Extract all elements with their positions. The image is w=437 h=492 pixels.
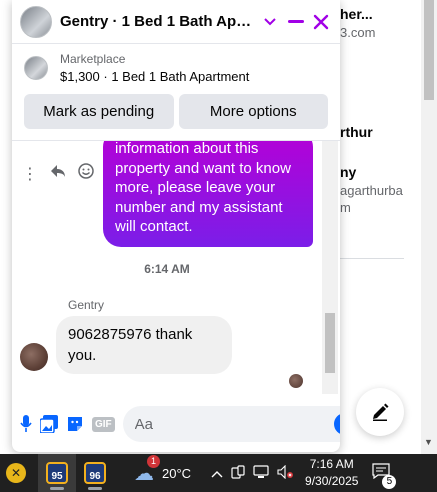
chevron-down-icon[interactable] (257, 9, 283, 35)
listing-description: $1,300 · 1 Bed 1 Bath Apartment (60, 69, 250, 84)
active-indicator (50, 487, 64, 490)
listing-avatar[interactable] (20, 5, 52, 38)
message-tools: ⋮ (22, 163, 94, 184)
app-2-icon: 96 (84, 462, 106, 484)
weather-widget[interactable]: ☁ 1 20°C (134, 454, 192, 486)
taskbar-app-1[interactable]: 95 (38, 454, 76, 492)
minimize-icon[interactable] (283, 9, 309, 35)
marketplace-listing[interactable]: Marketplace $1,300 · 1 Bed 1 Bath Apartm… (12, 44, 340, 92)
mic-icon[interactable] (20, 411, 32, 437)
more-options-button[interactable]: More options (178, 94, 328, 129)
bg-snippet-2: rthur (340, 124, 373, 140)
windows-taskbar: ✕ 95 96 ☁ 1 20°C 7:16 AM 9/30/2025 5 (0, 454, 437, 492)
bg-divider (340, 258, 404, 259)
system-clock[interactable]: 7:16 AM 9/30/2025 (305, 456, 358, 490)
notification-count: 5 (382, 474, 397, 489)
taskbar-app-x[interactable]: ✕ (0, 454, 38, 492)
close-icon[interactable] (308, 9, 334, 35)
seen-indicator-avatar (289, 374, 303, 388)
sender-avatar[interactable] (20, 343, 48, 371)
reply-icon[interactable] (50, 164, 66, 183)
gif-icon[interactable]: GIF (92, 411, 115, 437)
listing-thumbnail (24, 56, 48, 80)
bg-snippet-3-sub: agarthurba (340, 183, 403, 198)
compose-icon[interactable] (356, 388, 404, 436)
bg-snippet-1-sub: 3.com (340, 25, 376, 40)
photo-icon[interactable] (40, 411, 58, 437)
system-tray (211, 464, 294, 482)
chat-title[interactable]: Gentry · 1 Bed 1 Bath Apar... (60, 13, 257, 30)
gif-label: GIF (92, 416, 115, 432)
emoji-icon[interactable]: ☺ (333, 413, 340, 435)
listing-actions: Mark as pending More options (12, 92, 340, 136)
message-input[interactable] (134, 415, 334, 433)
taskbar-app-2[interactable]: 96 (76, 454, 114, 492)
active-indicator (88, 487, 102, 490)
page-scrollbar-thumb[interactable] (424, 0, 434, 100)
volume-muted-icon[interactable] (277, 464, 294, 482)
scroll-down-arrow-icon[interactable]: ▼ (424, 437, 433, 447)
react-icon[interactable] (78, 163, 94, 184)
listing-label: Marketplace (60, 52, 126, 66)
bg-snippet-3: ny (340, 164, 357, 180)
mark-as-pending-button[interactable]: Mark as pending (24, 94, 174, 129)
chat-header: Gentry · 1 Bed 1 Bath Apar... (12, 0, 340, 44)
clock-date: 9/30/2025 (305, 474, 359, 488)
message-timestamp: 6:14 AM (144, 262, 190, 276)
weather-badge: 1 (147, 454, 160, 468)
app-1-icon: 95 (46, 462, 68, 484)
chat-window: Gentry · 1 Bed 1 Bath Apar... Marketplac… (12, 0, 340, 452)
chevron-up-icon[interactable] (211, 465, 223, 481)
network-icon[interactable] (253, 464, 269, 482)
sender-name: Gentry (68, 298, 105, 312)
incoming-message-bubble[interactable]: 9062875976 thank you. (56, 316, 232, 374)
message-list: ⋮ information about this property and wa… (12, 140, 340, 394)
notification-center-icon[interactable]: 5 (372, 462, 397, 489)
sticker-icon[interactable] (66, 411, 84, 437)
message-scrollbar-thumb[interactable] (325, 313, 335, 373)
phone-link-icon[interactable] (231, 464, 245, 482)
bg-snippet-1: her... (340, 6, 373, 22)
message-input-wrapper: ☺ (122, 406, 340, 442)
bg-snippet-4-sub: m (340, 200, 351, 215)
weather-temperature: 20°C (162, 465, 192, 481)
cloud-icon: ☁ 1 (134, 454, 160, 486)
app-x-icon: ✕ (6, 463, 26, 483)
outgoing-message-bubble[interactable]: information about this property and want… (103, 141, 313, 247)
more-icon[interactable]: ⋮ (22, 164, 38, 184)
message-composer: GIF ☺ (12, 396, 340, 452)
clock-time: 7:16 AM (309, 457, 354, 471)
